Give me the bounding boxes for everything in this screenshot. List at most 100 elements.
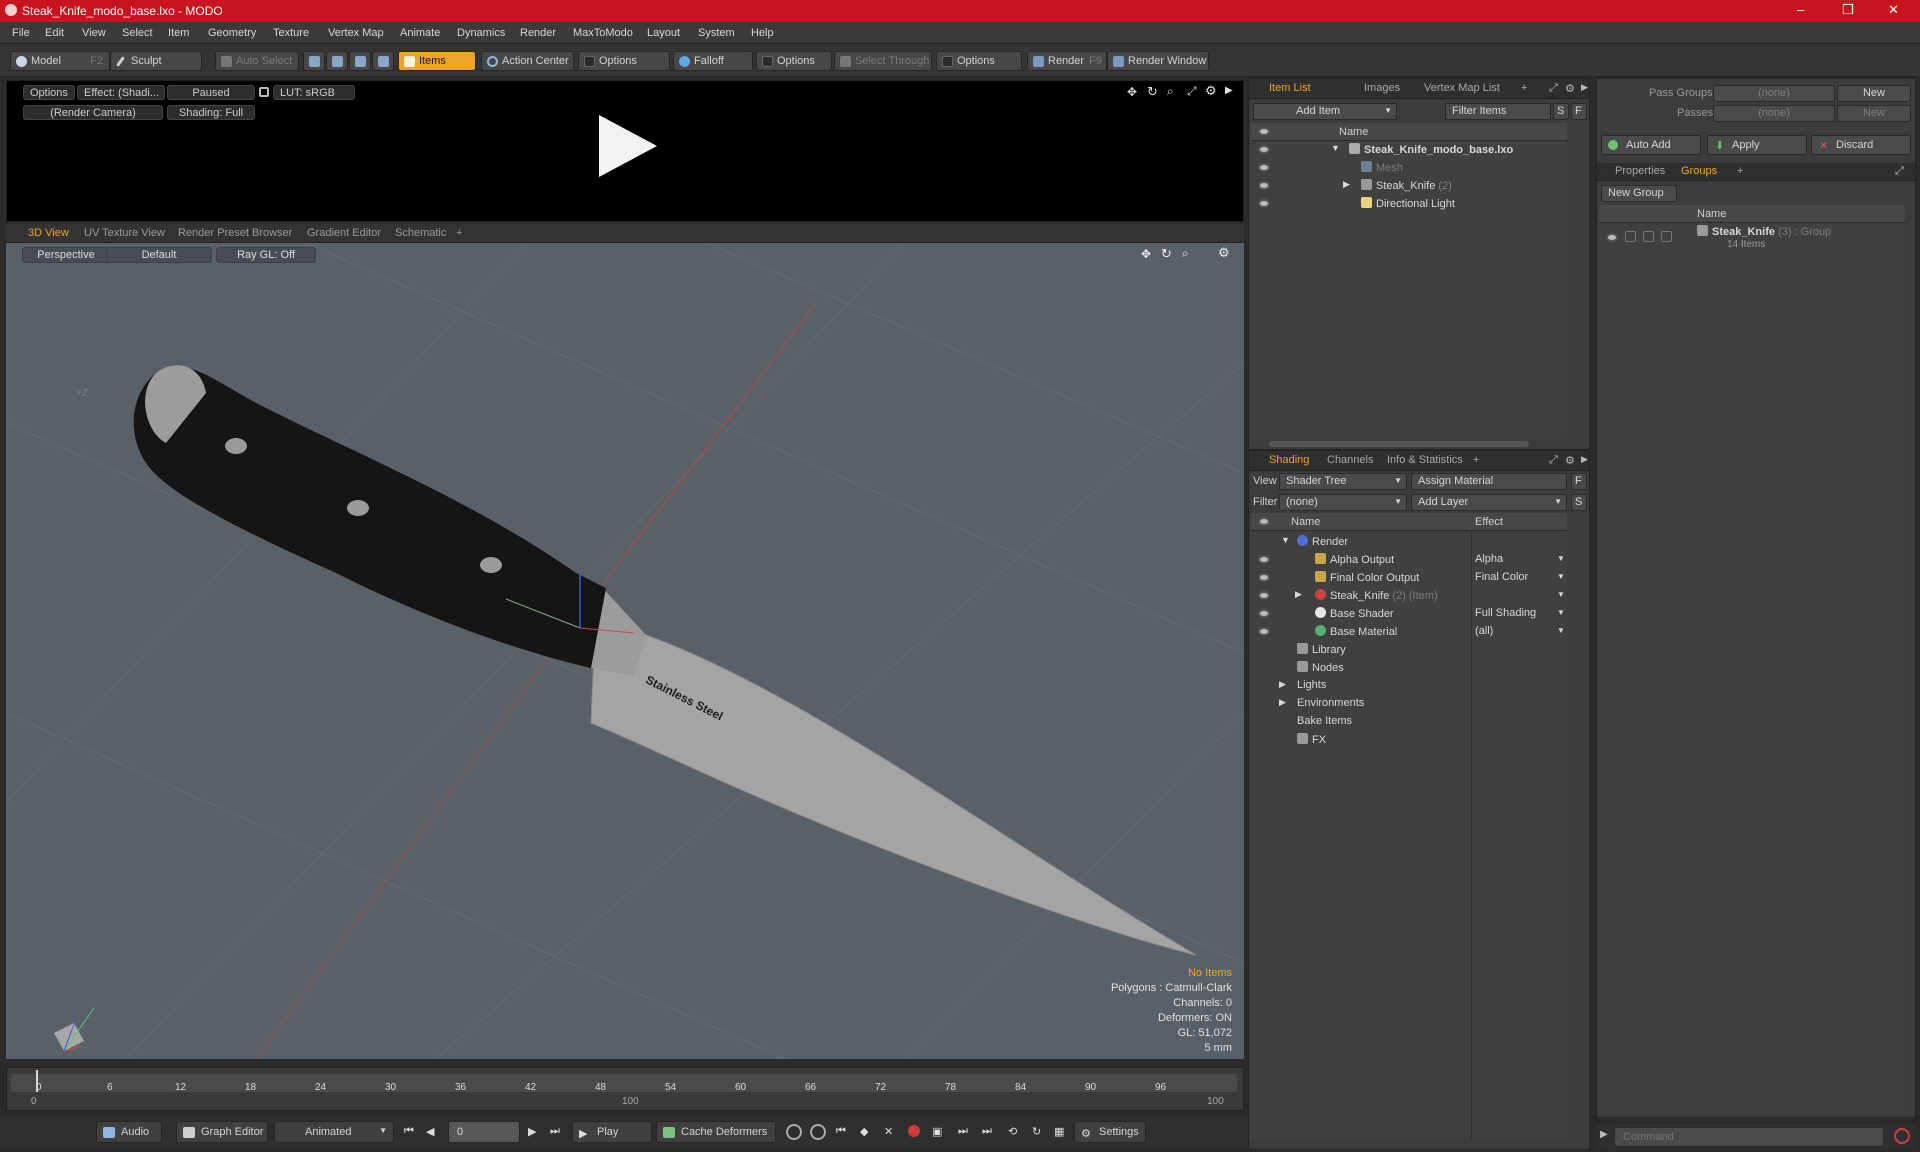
expand-icon[interactable]: ⤢: [1549, 82, 1558, 95]
vertices-mode-button[interactable]: [303, 51, 325, 71]
tab-render-preset-browser[interactable]: Render Preset Browser: [178, 227, 292, 239]
add-layer-s-button[interactable]: S: [1571, 494, 1587, 511]
chevron-right-icon[interactable]: ▶: [1279, 679, 1286, 690]
pass-groups-dropdown[interactable]: (none): [1713, 85, 1835, 102]
loop-icon[interactable]: ⏭: [982, 1125, 992, 1138]
timeline-track[interactable]: [11, 1074, 1237, 1092]
model-mode-button[interactable]: Model F2: [10, 51, 110, 71]
tab-3d-view[interactable]: 3D View: [28, 227, 69, 239]
add-tab-button[interactable]: +: [1521, 82, 1527, 94]
render-button[interactable]: Render F9: [1027, 51, 1107, 71]
eye-icon[interactable]: [1258, 555, 1270, 564]
key-icon[interactable]: [786, 1124, 802, 1140]
expand-icon[interactable]: ⤢: [1895, 165, 1904, 178]
audio-button[interactable]: Audio: [96, 1121, 162, 1143]
prev-frame-icon[interactable]: ◀: [426, 1125, 434, 1138]
chevron-down-icon[interactable]: ▼: [1557, 626, 1565, 635]
add-tab-button[interactable]: +: [1473, 454, 1479, 466]
command-input[interactable]: [1614, 1127, 1884, 1147]
raygl-dropdown[interactable]: Ray GL: Off: [216, 247, 316, 263]
first-frame-icon[interactable]: ⏮: [404, 1125, 414, 1138]
zoom-icon[interactable]: ⌕: [1167, 84, 1174, 99]
menu-file[interactable]: File: [12, 27, 30, 39]
eye-icon[interactable]: [1258, 627, 1270, 636]
auto-select-button[interactable]: Auto Select: [215, 51, 299, 71]
cache-deformers-button[interactable]: Cache Deformers: [656, 1121, 776, 1143]
chevron-down-icon[interactable]: ▼: [1557, 608, 1565, 617]
new-pass-button[interactable]: New: [1837, 105, 1911, 122]
add-layer-dropdown[interactable]: Add Layer ▼: [1411, 494, 1567, 511]
maximize-icon[interactable]: ❐: [1842, 2, 1854, 18]
gear-icon[interactable]: ⚙: [1565, 82, 1575, 95]
refresh-icon[interactable]: ↻: [1032, 1125, 1041, 1138]
zoom-icon[interactable]: ⌕: [1182, 246, 1189, 261]
shader-row-final-color-output[interactable]: Final Color Output Final Color ▼: [1251, 569, 1567, 587]
last-frame-icon[interactable]: ⏭: [550, 1125, 560, 1138]
lock-icon[interactable]: [259, 87, 269, 97]
tab-info-statistics[interactable]: Info & Statistics: [1387, 454, 1463, 466]
tab-properties[interactable]: Properties: [1615, 165, 1665, 177]
shader-row-base-shader[interactable]: Base Shader Full Shading ▼: [1251, 605, 1567, 623]
action-center-button[interactable]: Action Center: [481, 51, 574, 71]
filter-items-input[interactable]: Filter Items: [1445, 103, 1551, 120]
timeline[interactable]: 0 6 12 18 24 30 36 42 48 54 60 66 72 78 …: [6, 1067, 1244, 1111]
filter-s-button[interactable]: S: [1553, 103, 1569, 120]
expand-icon[interactable]: ⤢: [1549, 454, 1558, 467]
auto-key-icon[interactable]: [810, 1124, 826, 1140]
list-item[interactable]: ▼ Steak_Knife_modo_base.lxo: [1251, 141, 1567, 159]
preview-options-button[interactable]: Options: [23, 85, 75, 100]
next-frame-icon[interactable]: ▶: [528, 1125, 536, 1138]
polygons-mode-button[interactable]: [349, 51, 371, 71]
new-pass-group-button[interactable]: New: [1837, 85, 1911, 102]
eye-icon[interactable]: [1258, 199, 1270, 208]
chevron-down-icon[interactable]: ▼: [1331, 143, 1340, 153]
perspective-dropdown[interactable]: Perspective: [22, 247, 110, 263]
sync-icon[interactable]: ⟲: [1008, 1125, 1017, 1138]
tab-gradient-editor[interactable]: Gradient Editor: [307, 227, 381, 239]
select-through-button[interactable]: Select Through: [834, 51, 932, 71]
select-through-options-button[interactable]: Options: [936, 51, 1022, 71]
gear-icon[interactable]: ⚙: [1565, 454, 1575, 467]
shader-row-render[interactable]: ▼ Render: [1251, 533, 1567, 551]
gear-icon[interactable]: ⚙: [1218, 245, 1230, 261]
chevron-down-icon[interactable]: ▼: [1557, 590, 1565, 599]
render-camera-dropdown[interactable]: (Render Camera): [23, 105, 163, 120]
action-center-options-button[interactable]: Options: [578, 51, 670, 71]
eye-icon[interactable]: [1258, 181, 1270, 190]
chevron-right-icon[interactable]: ▶: [1295, 589, 1302, 600]
gear-icon[interactable]: ⚙: [1205, 83, 1217, 99]
filter-dropdown[interactable]: (none) ▼: [1279, 494, 1407, 511]
menu-geometry[interactable]: Geometry: [208, 27, 256, 39]
chevron-right-icon[interactable]: ▶: [1279, 697, 1286, 708]
delete-key-icon[interactable]: ✕: [884, 1125, 893, 1138]
menu-maxtomodo[interactable]: MaxToModo: [573, 27, 633, 39]
view-dropdown[interactable]: Shader Tree ▼: [1279, 473, 1407, 490]
shader-row-lights[interactable]: ▶ Lights: [1251, 677, 1567, 695]
rotate-icon[interactable]: ↻: [1147, 84, 1158, 100]
items-mode-button[interactable]: Items: [398, 51, 476, 71]
pan-icon[interactable]: ✥: [1141, 247, 1151, 261]
list-item[interactable]: ▶ Steak_Knife (2): [1251, 177, 1567, 195]
materials-mode-button[interactable]: [372, 51, 394, 71]
chevron-down-icon[interactable]: ▼: [1557, 554, 1565, 563]
eye-icon[interactable]: [1258, 591, 1270, 600]
maximize-view-icon[interactable]: ⤢: [1187, 84, 1197, 99]
tab-vertex-map-list[interactable]: Vertex Map List: [1424, 82, 1500, 94]
shader-row-environments[interactable]: ▶ Environments: [1251, 695, 1567, 713]
minimize-icon[interactable]: –: [1797, 2, 1804, 17]
arrow-right-icon[interactable]: ▶: [1581, 454, 1588, 465]
next-key-icon[interactable]: ⏭: [958, 1125, 968, 1138]
set-key-icon[interactable]: ◆: [860, 1125, 868, 1138]
sculpt-mode-button[interactable]: Sculpt: [110, 51, 202, 71]
preview-paused-button[interactable]: Paused: [167, 85, 255, 100]
shader-row-nodes[interactable]: Nodes: [1251, 659, 1567, 677]
arrow-right-icon[interactable]: ▶: [1581, 82, 1588, 93]
tab-item-list[interactable]: Item List: [1269, 82, 1311, 94]
shader-row-bake-items[interactable]: Bake Items: [1251, 713, 1567, 731]
prev-key-icon[interactable]: ⏮: [836, 1125, 846, 1138]
new-group-button[interactable]: New Group: [1601, 185, 1677, 202]
lut-dropdown[interactable]: LUT: sRGB: [273, 85, 355, 100]
shading-dropdown[interactable]: Shading: Full: [167, 105, 255, 120]
menu-view[interactable]: View: [82, 27, 106, 39]
animated-dropdown[interactable]: Animated ▼: [274, 1121, 394, 1143]
